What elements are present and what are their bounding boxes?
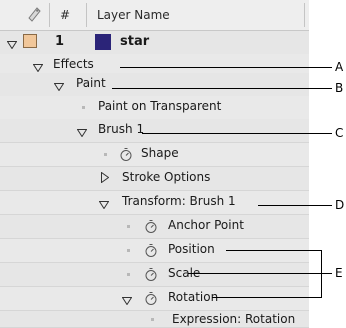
property-row-paint[interactable]: Paint [0, 73, 309, 97]
callout-line-c [142, 133, 332, 134]
label-tag-icon[interactable] [26, 5, 42, 26]
layer-name[interactable]: star [120, 34, 149, 49]
bullet-icon [127, 225, 130, 228]
callout-letter-a: A [335, 60, 344, 74]
property-label: Transform: Brush 1 [122, 194, 236, 208]
callout-line-d [258, 205, 332, 206]
expand-triangle-icon[interactable] [53, 80, 65, 94]
expand-triangle-icon[interactable] [98, 198, 110, 212]
bullet-icon [151, 318, 154, 321]
expand-triangle-icon[interactable] [76, 126, 88, 140]
timeline-layer-panel: # Layer Name 1 star Effects Paint Paint … [0, 0, 309, 328]
number-column-header[interactable]: # [60, 8, 70, 22]
property-label: Paint [76, 76, 106, 90]
stopwatch-icon[interactable] [144, 219, 158, 237]
property-row-transform-brush1[interactable]: Transform: Brush 1 [0, 191, 309, 215]
column-divider [49, 3, 50, 27]
expand-triangle-icon[interactable] [121, 294, 133, 308]
property-label: Paint on Transparent [98, 99, 222, 113]
callout-line-e-scale [188, 273, 321, 274]
callout-line-b [112, 88, 332, 89]
property-label: Stroke Options [122, 170, 211, 184]
property-row-anchor-point[interactable]: Anchor Point [0, 215, 309, 239]
callout-letter-b: B [335, 81, 344, 95]
callout-letter-c: C [335, 126, 344, 140]
property-row-paint-on-transparent[interactable]: Paint on Transparent [0, 96, 309, 120]
layer-row[interactable]: 1 star [0, 31, 309, 55]
property-label: Brush 1 [98, 122, 145, 136]
property-row-rotation[interactable]: Rotation [0, 287, 309, 311]
layer-name-column-header[interactable]: Layer Name [97, 8, 170, 22]
callout-letter-d: D [335, 198, 345, 212]
stopwatch-icon[interactable] [144, 243, 158, 261]
property-row-position[interactable]: Position [0, 239, 309, 263]
property-label: Expression: Rotation [172, 312, 296, 326]
property-label: Position [168, 242, 215, 256]
bullet-icon [104, 153, 107, 156]
property-label: Anchor Point [168, 218, 244, 232]
property-label: Rotation [168, 290, 219, 304]
column-divider [86, 3, 87, 27]
stopwatch-icon[interactable] [119, 147, 133, 165]
layer-number: 1 [55, 34, 65, 49]
expand-triangle-icon[interactable] [6, 38, 18, 52]
property-label: Effects [53, 57, 94, 71]
property-row-shape[interactable]: Shape [0, 143, 309, 167]
column-divider [304, 3, 305, 27]
label-color-swatch[interactable] [23, 34, 37, 48]
callout-letter-e: E [335, 266, 343, 280]
callout-line-e-stem [321, 273, 332, 274]
property-label: Shape [141, 146, 179, 160]
layer-color-icon [95, 34, 111, 50]
collapsed-triangle-icon[interactable] [101, 171, 110, 186]
property-row-stroke-options[interactable]: Stroke Options [0, 167, 309, 191]
stopwatch-icon[interactable] [144, 291, 158, 309]
callout-line-e-position [226, 250, 321, 251]
stopwatch-icon[interactable] [144, 267, 158, 285]
callout-line-a [120, 67, 332, 68]
callout-line-e-rotation [212, 297, 321, 298]
bullet-icon [127, 273, 130, 276]
bullet-icon [127, 249, 130, 252]
column-header: # Layer Name [0, 0, 309, 31]
bullet-icon [82, 106, 85, 109]
property-row-expression-rotation[interactable]: Expression: Rotation [0, 311, 309, 328]
callout-bracket-e [321, 250, 322, 298]
property-row-scale[interactable]: Scale [0, 263, 309, 287]
property-row-brush1[interactable]: Brush 1 [0, 119, 309, 143]
